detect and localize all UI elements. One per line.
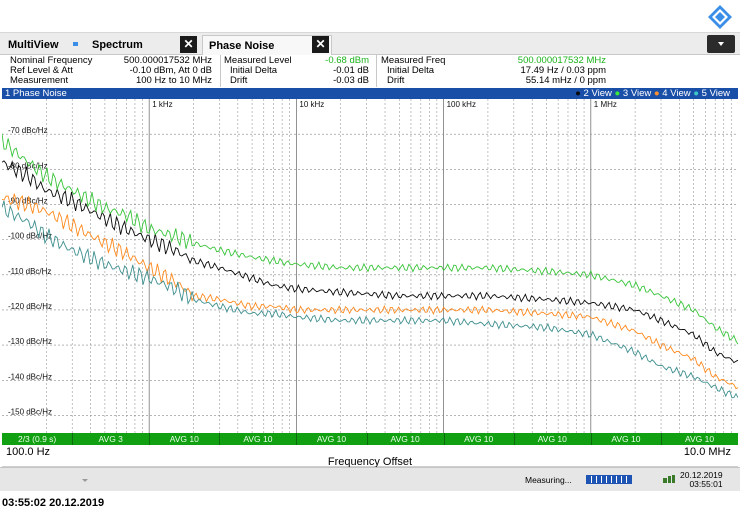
view-2-label[interactable]: 2 View (584, 88, 612, 99)
avg-segment-divider (443, 433, 445, 445)
y-tick-label: -120 dBc/Hz (8, 302, 52, 311)
avg-segment-divider (296, 433, 298, 445)
avg-segment: AVG 10 (464, 434, 494, 444)
avg-segment: AVG 10 (316, 434, 347, 444)
tab-bar: MultiView Spectrum ✕ Phase Noise ✕ (0, 33, 740, 55)
avg-segment: AVG 10 (684, 434, 715, 444)
avg-segment-divider (590, 433, 592, 445)
y-tick-label: -140 dBc/Hz (8, 372, 52, 381)
bullet-icon: ● (693, 88, 700, 99)
bullet-icon: ● (653, 88, 660, 99)
close-spectrum-button[interactable]: ✕ (180, 36, 197, 53)
y-tick-label: -110 dBc/Hz (8, 267, 51, 276)
avg-segment: AVG 10 (611, 434, 641, 444)
view-icon: ● (575, 88, 581, 99)
avg-segment: AVG 10 (243, 434, 273, 444)
freq-drift-value: 55.14 mHz / 0 ppm (525, 75, 606, 86)
avg-segment-divider (366, 433, 368, 445)
y-tick-label: -130 dBc/Hz (8, 337, 52, 346)
x-axis-footer: 100.0 Hz Frequency Offset 10.0 MHz (2, 445, 738, 468)
level-drift-value: -0.03 dB (333, 75, 369, 86)
x-tick-label: 1 kHz (152, 100, 172, 109)
view-3-label[interactable]: 3 View (623, 88, 651, 99)
level-drift-label: Drift (230, 75, 248, 86)
bullet-icon: ● (614, 88, 621, 99)
avg-segment: AVG 3 (98, 434, 123, 444)
y-tick-label: -100 dBc/Hz (8, 232, 52, 241)
y-tick-label: -150 dBc/Hz (8, 407, 52, 416)
avg-segment-divider (149, 433, 151, 445)
phase-noise-plot[interactable]: -70 dBc/Hz -80 dBc/Hz -90 dBc/Hz -100 dBc/H… (1, 99, 739, 433)
x-tick-label: 100 kHz (447, 100, 476, 109)
phase-noise-chart: -70 dBc/Hz-80 dBc/Hz-90 dBc/Hz-100 dBc/H… (1, 99, 739, 433)
tab-indicator-icon (73, 42, 78, 46)
avg-segment-divider (661, 433, 663, 445)
tab-multiview[interactable]: MultiView (2, 35, 82, 55)
averaging-status-bar: 2/3 (0.9 s) AVG 3 AVG 10 AVG 10 AVG 10 AVG 10… (2, 433, 738, 445)
x-tick-label: 10 kHz (299, 100, 324, 109)
status-datetime: 20.12.2019 03:55:01 (680, 471, 723, 489)
screenshot-timestamp: 03:55:02 20.12.2019 (2, 497, 105, 509)
info-divider (376, 55, 377, 87)
avg-segment-divider (513, 433, 515, 445)
phase-noise-window-header[interactable]: 1 Phase Noise ● 2 View ● 3 View ● 4 View… (2, 88, 738, 99)
measurement-value: 100 Hz to 10 MHz (135, 75, 212, 86)
view-5-label[interactable]: 5 View (702, 88, 730, 99)
avg-segment-divider (72, 433, 74, 445)
rohde-schwarz-logo-icon (708, 5, 732, 29)
measurement-progress-bar (586, 475, 632, 484)
title-area (0, 0, 740, 33)
x-tick-label: 1 MHz (594, 100, 617, 109)
avg-segment: 2/3 (0.9 s) (17, 434, 57, 444)
network-icon (663, 475, 675, 483)
x-axis-stop-label: 10.0 MHz (683, 446, 731, 458)
avg-segment: AVG 10 (390, 434, 420, 444)
avg-segment: AVG 10 (537, 434, 567, 444)
info-divider (220, 55, 221, 87)
window-title: 1 Phase Noise (5, 88, 67, 99)
status-bar: Measuring... 20.12.2019 03:55:01 (0, 467, 740, 491)
avg-segment-divider (219, 433, 221, 445)
measurement-label: Measurement (10, 75, 69, 86)
close-phase-noise-button[interactable]: ✕ (312, 36, 329, 53)
y-tick-label: -70 dBc/Hz (8, 126, 48, 135)
view-selector[interactable]: ● 2 View ● 3 View ● 4 View ● 5 View (575, 88, 730, 99)
measurement-info-panel: Nominal Frequency 500.000017532 MHz Ref … (0, 55, 740, 87)
menu-dropdown-button[interactable] (707, 35, 735, 53)
view-4-label[interactable]: 4 View (662, 88, 690, 99)
scroll-indicator-icon (82, 479, 88, 482)
status-time: 03:55:01 (689, 479, 723, 489)
measuring-status: Measuring... (525, 475, 572, 485)
freq-drift-label: Drift (387, 75, 405, 86)
avg-segment: AVG 10 (169, 434, 199, 444)
